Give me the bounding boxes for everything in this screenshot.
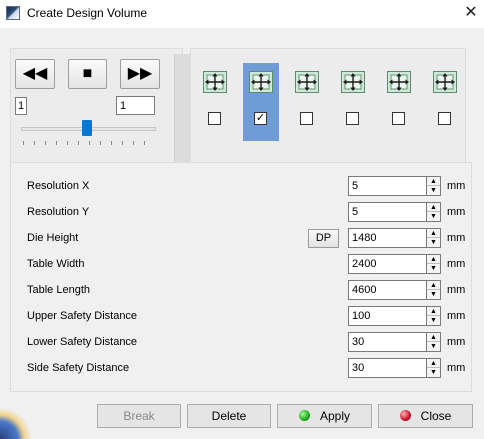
spin-up-icon[interactable]: ▲ <box>427 359 440 368</box>
param-spinner[interactable]: ▲ ▼ <box>427 254 441 274</box>
frame-slider-thumb[interactable] <box>82 120 92 136</box>
param-input[interactable] <box>348 228 427 248</box>
view-direction-icon <box>295 71 319 93</box>
param-input[interactable] <box>348 280 427 300</box>
spin-down-icon[interactable]: ▼ <box>427 212 440 221</box>
spin-down-icon[interactable]: ▼ <box>427 264 440 273</box>
param-row: Lower Safety Distance ▲▼ mm <box>11 332 471 354</box>
spin-up-icon[interactable]: ▲ <box>427 255 440 264</box>
param-unit: mm <box>447 336 466 348</box>
view-checkbox[interactable] <box>392 112 405 125</box>
param-unit: mm <box>447 362 466 374</box>
param-label: Die Height <box>27 232 79 244</box>
view-direction-icon <box>433 71 457 93</box>
param-unit: mm <box>447 206 466 218</box>
param-label: Resolution Y <box>27 206 90 218</box>
param-label: Table Width <box>27 258 85 270</box>
param-unit: mm <box>447 310 466 322</box>
param-spinner[interactable]: ▲ ▼ <box>427 332 441 352</box>
param-row: Table Width ▲▼ mm <box>11 254 471 276</box>
spin-up-icon[interactable]: ▲ <box>427 281 440 290</box>
param-spinner[interactable]: ▲ ▼ <box>427 228 441 248</box>
spin-down-icon[interactable]: ▼ <box>427 368 440 377</box>
spin-down-icon[interactable]: ▼ <box>427 290 440 299</box>
view-checkbox[interactable] <box>438 112 451 125</box>
window-close-button[interactable]: ✕ <box>458 2 484 24</box>
view-option-3[interactable] <box>289 63 325 141</box>
dialog-body: ◀◀ ■ ▶▶ 1 ✓ Resolution X▲▼mmResolution Y… <box>0 28 484 439</box>
param-label: Table Length <box>27 284 90 296</box>
fast-forward-button[interactable]: ▶▶ <box>120 59 160 89</box>
view-checkbox[interactable] <box>208 112 221 125</box>
slider-ticks <box>23 141 155 145</box>
view-option-1[interactable] <box>197 63 233 141</box>
param-input[interactable] <box>348 332 427 352</box>
param-input[interactable] <box>348 358 427 378</box>
apply-button[interactable]: Apply <box>277 404 372 428</box>
view-option-6[interactable] <box>427 63 463 141</box>
param-spinner[interactable]: ▲ ▼ <box>427 202 441 222</box>
apply-label: Apply <box>319 409 351 423</box>
param-label: Lower Safety Distance <box>27 336 138 348</box>
spin-down-icon[interactable]: ▼ <box>427 342 440 351</box>
param-unit: mm <box>447 232 466 244</box>
view-option-4[interactable] <box>335 63 371 141</box>
spin-up-icon[interactable]: ▲ <box>427 229 440 238</box>
param-input[interactable] <box>348 254 427 274</box>
view-option-2[interactable]: ✓ <box>243 63 279 141</box>
red-led-icon <box>399 410 411 421</box>
spin-down-icon[interactable]: ▼ <box>427 316 440 325</box>
param-unit: mm <box>447 284 466 296</box>
param-unit: mm <box>447 180 466 192</box>
spin-up-icon[interactable]: ▲ <box>427 307 440 316</box>
param-unit: mm <box>447 258 466 270</box>
param-row: Side Safety Distance ▲▼ mm <box>11 358 471 380</box>
close-button[interactable]: Close <box>378 404 473 428</box>
view-option-5[interactable] <box>381 63 417 141</box>
view-direction-icon <box>203 71 227 93</box>
view-direction-icon <box>249 71 273 93</box>
param-row: Die Height DP ▲▼ mm <box>11 228 471 250</box>
green-led-icon <box>298 410 310 421</box>
app-icon <box>6 6 20 20</box>
view-direction-icon <box>341 71 365 93</box>
param-spinner[interactable]: ▲ ▼ <box>427 358 441 378</box>
param-input[interactable] <box>348 176 427 196</box>
corner-decoration <box>0 408 40 439</box>
spin-up-icon[interactable]: ▲ <box>427 177 440 186</box>
rewind-button[interactable]: ◀◀ <box>15 59 55 89</box>
param-spinner[interactable]: ▲ ▼ <box>427 280 441 300</box>
param-input[interactable] <box>348 306 427 326</box>
stop-button[interactable]: ■ <box>68 59 107 89</box>
view-direction-icon <box>387 71 411 93</box>
break-button[interactable]: Break <box>97 404 181 428</box>
param-input[interactable] <box>348 202 427 222</box>
title-bar: Create Design Volume ✕ <box>0 0 484 28</box>
view-checkbox[interactable]: ✓ <box>254 112 267 125</box>
close-label: Close <box>420 409 452 423</box>
param-row: Resolution Y ▲▼ mm <box>11 202 471 224</box>
dp-button[interactable]: DP <box>308 229 339 248</box>
view-checkbox[interactable] <box>346 112 359 125</box>
param-spinner[interactable]: ▲ ▼ <box>427 306 441 326</box>
spin-up-icon[interactable]: ▲ <box>427 333 440 342</box>
parameters-group: Resolution X▲▼mmResolution Y▲▼mmDie Heig… <box>10 162 472 392</box>
frame-start-label: 1 <box>15 97 27 115</box>
param-label: Resolution X <box>27 180 90 192</box>
window-title: Create Design Volume <box>27 6 148 20</box>
spin-down-icon[interactable]: ▼ <box>427 238 440 247</box>
param-label: Upper Safety Distance <box>27 310 138 322</box>
frame-input[interactable] <box>116 96 155 115</box>
param-label: Side Safety Distance <box>27 362 130 374</box>
spin-up-icon[interactable]: ▲ <box>427 203 440 212</box>
param-row: Table Length ▲▼ mm <box>11 280 471 302</box>
spin-down-icon[interactable]: ▼ <box>427 186 440 195</box>
param-spinner[interactable]: ▲ ▼ <box>427 176 441 196</box>
param-row: Upper Safety Distance ▲▼ mm <box>11 306 471 328</box>
view-checkbox[interactable] <box>300 112 313 125</box>
delete-button[interactable]: Delete <box>187 404 271 428</box>
param-row: Resolution X ▲▼ mm <box>11 176 471 198</box>
